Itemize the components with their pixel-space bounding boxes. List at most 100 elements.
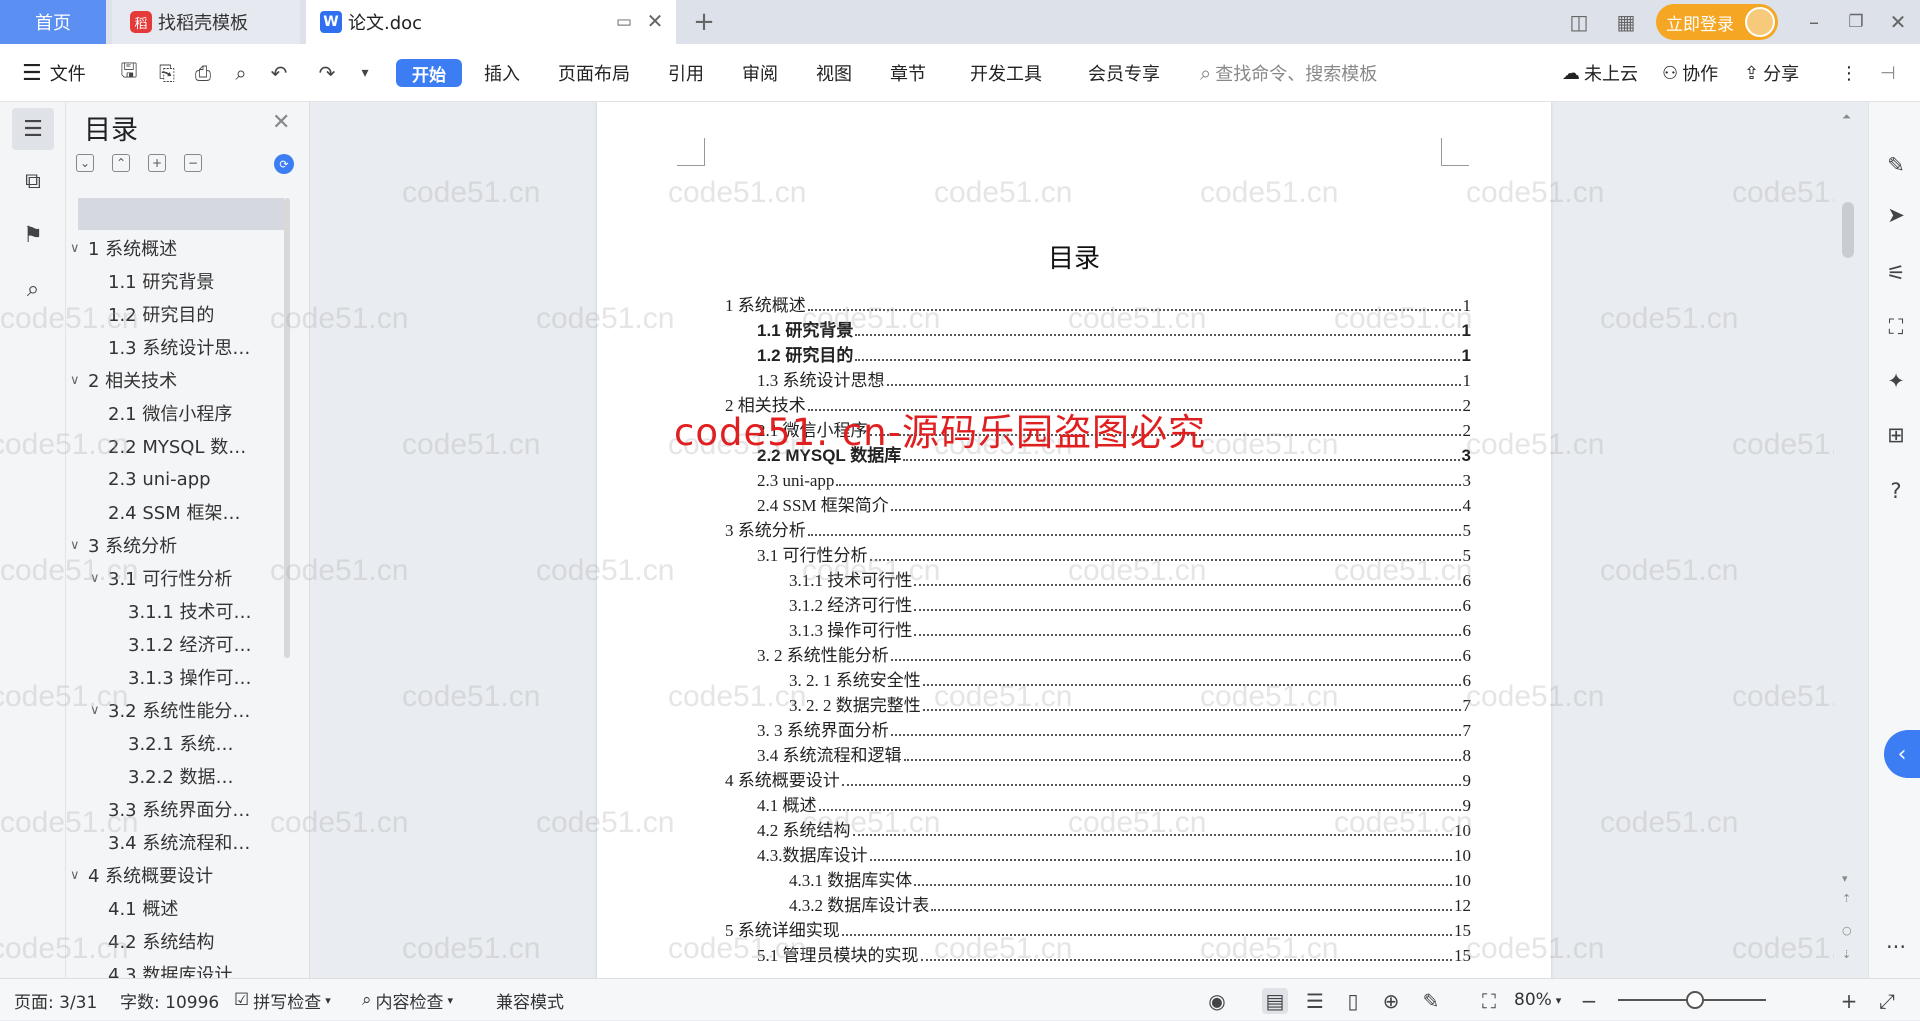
toc-entry[interactable]: 2.4 SSM 框架简介 4 [757,492,1471,516]
toc-entry[interactable]: 3. 3 系统界面分析 7 [757,717,1471,741]
more-menu[interactable]: ⋮ [1840,44,1858,102]
toc-entry[interactable]: 4.1 概述 9 [757,792,1471,816]
write-view-icon[interactable]: ✎ [1418,988,1444,1014]
toc-entry[interactable]: 5 系统详细实现 15 [725,917,1471,941]
vertical-scrollbar[interactable]: ⏶ ▾ ⇡ ○ ⇣ [1834,102,1868,978]
toc-entry[interactable]: 3.1.3 操作可行性 6 [789,617,1471,641]
toc-panel-item[interactable]: 2.1 微信小程序 [90,398,278,428]
toc-entry[interactable]: 4.2 系统结构 10 [757,817,1471,841]
toc-panel-item[interactable]: 3.1.2 经济可… [110,629,278,659]
toc-entry[interactable]: 3. 2 系统性能分析 6 [757,642,1471,666]
document-page[interactable]: 目录 1 系统概述 1 1.1 研究背景 1 1.2 研究目的 1 1.3 系统设计思想 1 2… [597,102,1551,978]
pointer-icon[interactable]: ➤ [1883,202,1909,228]
toc-entry[interactable]: 3.4 系统流程和逻辑 8 [757,742,1471,766]
toc-panel-item[interactable]: ∨ 1 系统概述 [70,233,278,263]
toc-panel-item[interactable]: 3.4 系统流程和… [90,827,278,857]
toc-entry[interactable]: 1 系统概述 1 [725,292,1471,316]
restore-icon[interactable]: ❐ [1842,8,1870,36]
zoom-slider-knob[interactable] [1686,991,1704,1009]
toc-panel-item[interactable]: 1.3 系统设计思… [90,332,278,362]
collaborate-button[interactable]: ⚇ 协作 [1662,44,1718,102]
tab-home[interactable]: 首页 [0,0,106,44]
pin-icon[interactable]: ⊣ [1880,44,1896,102]
menu-view[interactable]: 视图 [816,44,852,102]
toc-panel-item[interactable]: 3.2.2 数据… [110,761,278,791]
toc-panel-item[interactable]: 3.3 系统界面分… [90,794,278,824]
page-indicator[interactable]: 页面: 3/31 [14,979,97,1021]
toc-entry[interactable]: 1.1 研究背景 1 [757,317,1471,341]
print-icon[interactable]: ⎙ [190,60,216,86]
file-menu[interactable]: ☰ 文件 [22,44,86,102]
toc-panel-item[interactable]: 1.2 研究目的 [90,299,278,329]
monitor-icon[interactable]: ▭ [612,10,636,34]
page-view-icon[interactable]: ▤ [1262,988,1288,1014]
toc-entry[interactable]: 1.2 研究目的 1 [757,342,1471,366]
fit-page-icon[interactable]: ⛶ [1476,988,1502,1014]
image-edit-icon[interactable]: ⛶ [1883,314,1909,340]
zoom-in-icon[interactable]: + [1836,988,1862,1014]
share-button[interactable]: ⇪ 分享 [1744,44,1799,102]
zoom-level[interactable]: 80% ▾ [1514,979,1561,1021]
toc-panel-item[interactable]: ∨ 2 相关技术 [70,365,278,395]
toc-panel-item[interactable]: 3.1.3 操作可… [110,662,278,692]
select-browse-icon[interactable]: ○ [1842,924,1852,937]
bookmark-icon[interactable]: ⚑ [12,214,54,256]
add-heading-icon[interactable]: + [148,154,166,172]
menu-developer[interactable]: 开发工具 [970,44,1042,102]
toc-panel-item[interactable]: 3.2.1 系统… [110,728,278,758]
login-button[interactable]: 立即登录 [1656,4,1778,40]
menu-page-layout[interactable]: 页面布局 [558,44,630,102]
toc-panel-item[interactable]: ∨ 3.1 可行性分析 [90,563,278,593]
chevron-down-icon[interactable]: ∨ [70,373,88,388]
spell-check-button[interactable]: ☑ 拼写检查 ▾ [234,979,331,1021]
outline-view-icon[interactable]: ☰ [1302,988,1328,1014]
menu-reference[interactable]: 引用 [668,44,704,102]
navigation-icon[interactable]: ⧉ [12,160,54,202]
toc-panel-item[interactable]: 4.3 数据库设计 [90,959,278,978]
menu-member[interactable]: 会员专享 [1088,44,1160,102]
toc-entry[interactable]: 4.3.2 数据库设计表 12 [789,892,1471,916]
scroll-thumb[interactable] [1842,202,1854,258]
toc-entry[interactable]: 3. 2. 1 系统安全性 6 [789,667,1471,691]
layout-icon[interactable]: ◫ [1562,8,1596,36]
toc-entry[interactable]: 2.3 uni-app 3 [757,467,1471,491]
toc-panel-item[interactable]: 4.1 概述 [90,893,278,923]
apps-grid-icon[interactable]: ▦ [1612,8,1640,36]
close-tab-icon[interactable]: ✕ [642,8,668,34]
reader-icon[interactable]: ⊞ [1883,422,1909,448]
toc-entry[interactable]: 3.1.1 技术可行性 6 [789,567,1471,591]
undo-icon[interactable]: ↶ [266,60,292,86]
chevron-down-icon[interactable]: ∨ [70,538,88,553]
remove-heading-icon[interactable]: − [184,154,202,172]
save-icon[interactable]: 🖫 [116,58,142,86]
content-check-button[interactable]: ⌕ 内容检查 ▾ [362,979,453,1021]
toc-entry[interactable]: 4.3.1 数据库实体 10 [789,867,1471,891]
chevron-down-icon[interactable]: ▾ [352,60,378,86]
zoom-out-icon[interactable]: − [1576,988,1602,1014]
toc-panel-item[interactable]: 2.4 SSM 框架… [90,497,278,527]
web-view-icon[interactable]: ⊕ [1378,988,1404,1014]
toc-panel-item[interactable]: 2.2 MYSQL 数… [90,431,278,461]
redo-icon[interactable]: ↷ [314,60,340,86]
cloud-status[interactable]: ☁ 未上云 [1562,44,1638,102]
close-window-icon[interactable]: ✕ [1884,8,1912,36]
search-panel-icon[interactable]: ⌕ [12,268,54,310]
prev-page-icon[interactable]: ⇡ [1842,892,1851,905]
toc-entry[interactable]: 3.1 可行性分析 5 [757,542,1471,566]
collapse-all-icon[interactable]: ⌃ [112,154,130,172]
more-icon[interactable]: ··· [1883,934,1909,960]
toc-panel-item[interactable]: 1.1 研究背景 [90,266,278,296]
next-page-icon[interactable]: ⇣ [1842,948,1851,961]
sync-icon[interactable]: ⟳ [274,154,294,174]
toc-panel-icon[interactable]: ☰ [12,108,54,150]
chevron-down-icon[interactable]: ∨ [70,241,88,256]
word-count[interactable]: 字数: 10996 [120,979,219,1021]
menu-review[interactable]: 审阅 [742,44,778,102]
adjust-icon[interactable]: ⚟ [1883,260,1909,286]
command-search[interactable]: ⌕ 查找命令、搜索模板 [1200,44,1377,102]
help-icon[interactable]: ? [1883,478,1909,504]
eye-protection-icon[interactable]: ◉ [1204,988,1230,1014]
toc-panel-item[interactable]: ∨ 4 系统概要设计 [70,860,278,890]
close-icon[interactable]: ✕ [272,110,290,135]
toc-entry[interactable]: 4 系统概要设计 9 [725,767,1471,791]
